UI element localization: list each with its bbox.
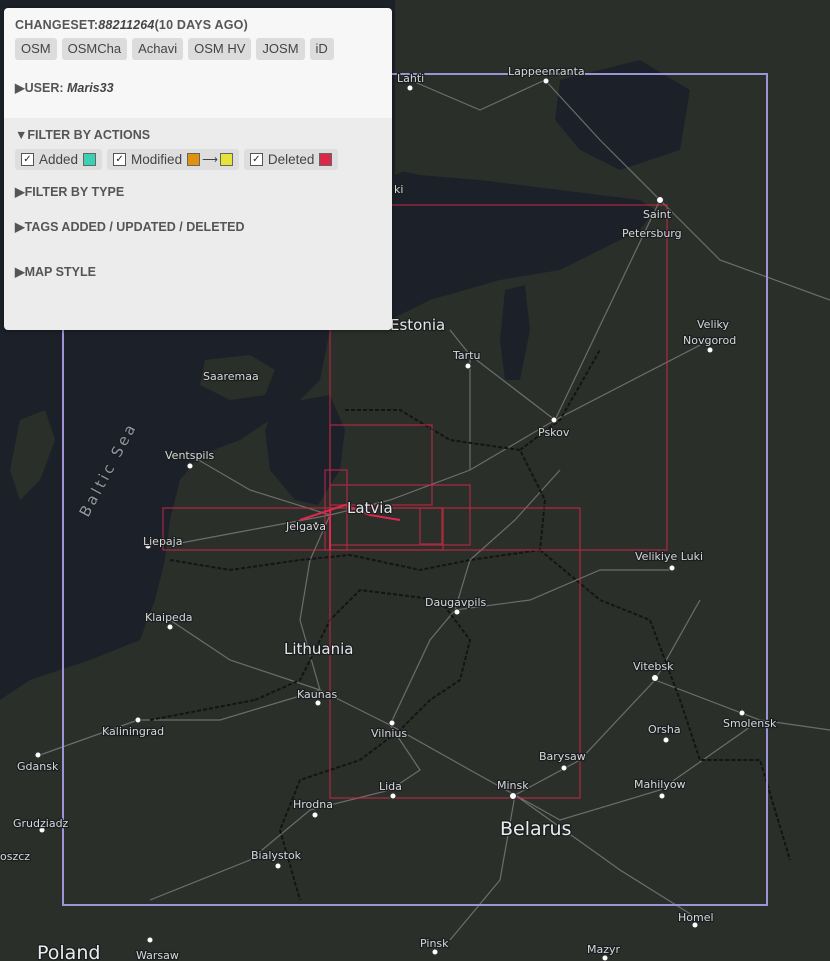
filter-modified[interactable]: ✓ Modified ⟶ bbox=[107, 149, 239, 170]
country-label-lithuania: Lithuania bbox=[284, 640, 353, 658]
place-label: Barysaw bbox=[539, 750, 586, 763]
deleted-label: Deleted bbox=[267, 152, 315, 167]
place-label: Orsha bbox=[648, 723, 681, 736]
place-label: Smolensk bbox=[723, 717, 777, 730]
panel-header-section: CHANGESET:88211264(10 DAYS AGO) OSM OSMC… bbox=[4, 8, 392, 118]
place-label: Jelgava bbox=[285, 520, 326, 533]
modified-label: Modified bbox=[131, 152, 183, 167]
changeset-age: (10 DAYS AGO) bbox=[154, 18, 248, 32]
deleted-checkbox[interactable]: ✓ bbox=[249, 153, 263, 166]
filter-actions-toggle[interactable]: ▼FILTER BY ACTIONS bbox=[15, 128, 381, 142]
place-label: Saaremaa bbox=[203, 370, 259, 383]
added-color-swatch bbox=[83, 153, 97, 166]
added-label: Added bbox=[39, 152, 79, 167]
place-label: ki bbox=[394, 183, 403, 196]
place-label: Mazyr bbox=[587, 943, 621, 956]
place-label: Lahti bbox=[397, 72, 424, 85]
place-label: Novgorod bbox=[683, 334, 736, 347]
place-label: Tartu bbox=[452, 349, 480, 362]
place-label: Ventspils bbox=[165, 449, 215, 462]
place-label: Homel bbox=[678, 911, 714, 924]
tags-toggle[interactable]: ▶TAGS ADDED / UPDATED / DELETED bbox=[15, 219, 381, 234]
place-label: Pinsk bbox=[420, 937, 449, 950]
place-label: Velikiye Luki bbox=[635, 550, 703, 563]
user-name[interactable]: Maris33 bbox=[67, 81, 114, 95]
user-toggle[interactable]: ▶USER: Maris33 bbox=[15, 80, 381, 95]
id-editor-link-button[interactable]: iD bbox=[309, 38, 334, 60]
external-links: OSM OSMCha Achavi OSM HV JOSM iD bbox=[15, 38, 381, 60]
place-label: Veliky bbox=[697, 318, 730, 331]
filter-added[interactable]: ✓ Added bbox=[15, 149, 103, 170]
place-label: Lida bbox=[379, 780, 402, 793]
josm-link-button[interactable]: JOSM bbox=[256, 38, 305, 60]
place-label: Bialystok bbox=[251, 849, 302, 862]
added-checkbox[interactable]: ✓ bbox=[21, 153, 34, 166]
map-style-toggle[interactable]: ▶MAP STYLE bbox=[15, 264, 381, 279]
place-label: Mahilyow bbox=[634, 778, 686, 791]
place-label: Kaliningrad bbox=[102, 725, 164, 738]
arrow-right-icon: ⟶ bbox=[202, 154, 218, 166]
place-label: oszcz bbox=[0, 850, 30, 863]
place-label: Vitebsk bbox=[633, 660, 674, 673]
modified-checkbox[interactable]: ✓ bbox=[113, 153, 127, 166]
place-label: Liepaja bbox=[143, 535, 182, 548]
osm-hv-link-button[interactable]: OSM HV bbox=[188, 38, 252, 60]
country-label-latvia: Latvia bbox=[347, 499, 393, 517]
filter-deleted[interactable]: ✓ Deleted bbox=[243, 149, 339, 170]
panel-filters-section: ▼FILTER BY ACTIONS ✓ Added ✓ Modified ⟶ … bbox=[4, 118, 392, 330]
country-label-poland: Poland bbox=[37, 942, 100, 961]
changeset-title: CHANGESET:88211264(10 DAYS AGO) bbox=[15, 18, 381, 32]
deleted-color-swatch bbox=[319, 153, 333, 166]
place-label: Warsaw bbox=[136, 949, 179, 961]
place-label: Petersburg bbox=[622, 227, 682, 240]
modified-from-swatch bbox=[187, 153, 201, 166]
user-toggle-label: ▶USER: bbox=[15, 81, 67, 95]
country-label-estonia: Estonia bbox=[390, 316, 445, 334]
place-label: Saint bbox=[643, 208, 672, 221]
achavi-link-button[interactable]: Achavi bbox=[132, 38, 184, 60]
changeset-label: CHANGESET: bbox=[15, 18, 99, 32]
place-label: Minsk bbox=[497, 779, 529, 792]
osmcha-link-button[interactable]: OSMCha bbox=[61, 38, 128, 60]
place-label: Gdansk bbox=[17, 760, 59, 773]
place-label: Daugavpils bbox=[425, 596, 487, 609]
changeset-id[interactable]: 88211264 bbox=[98, 18, 154, 32]
changeset-panel: CHANGESET:88211264(10 DAYS AGO) OSM OSMC… bbox=[4, 8, 392, 330]
osm-link-button[interactable]: OSM bbox=[15, 38, 57, 60]
modified-to-swatch bbox=[219, 153, 233, 166]
action-filters: ✓ Added ✓ Modified ⟶ ✓ Deleted bbox=[15, 149, 381, 170]
place-label: Klaipeda bbox=[145, 611, 193, 624]
place-label: Lappeenranta bbox=[508, 65, 585, 78]
place-label: Pskov bbox=[538, 426, 570, 439]
place-label: Vilnius bbox=[371, 727, 407, 740]
filter-type-toggle[interactable]: ▶FILTER BY TYPE bbox=[15, 184, 381, 199]
place-label: Hrodna bbox=[293, 798, 333, 811]
place-label: Kaunas bbox=[297, 688, 337, 701]
place-label: Grudziadz bbox=[13, 817, 69, 830]
country-label-belarus: Belarus bbox=[500, 818, 571, 840]
